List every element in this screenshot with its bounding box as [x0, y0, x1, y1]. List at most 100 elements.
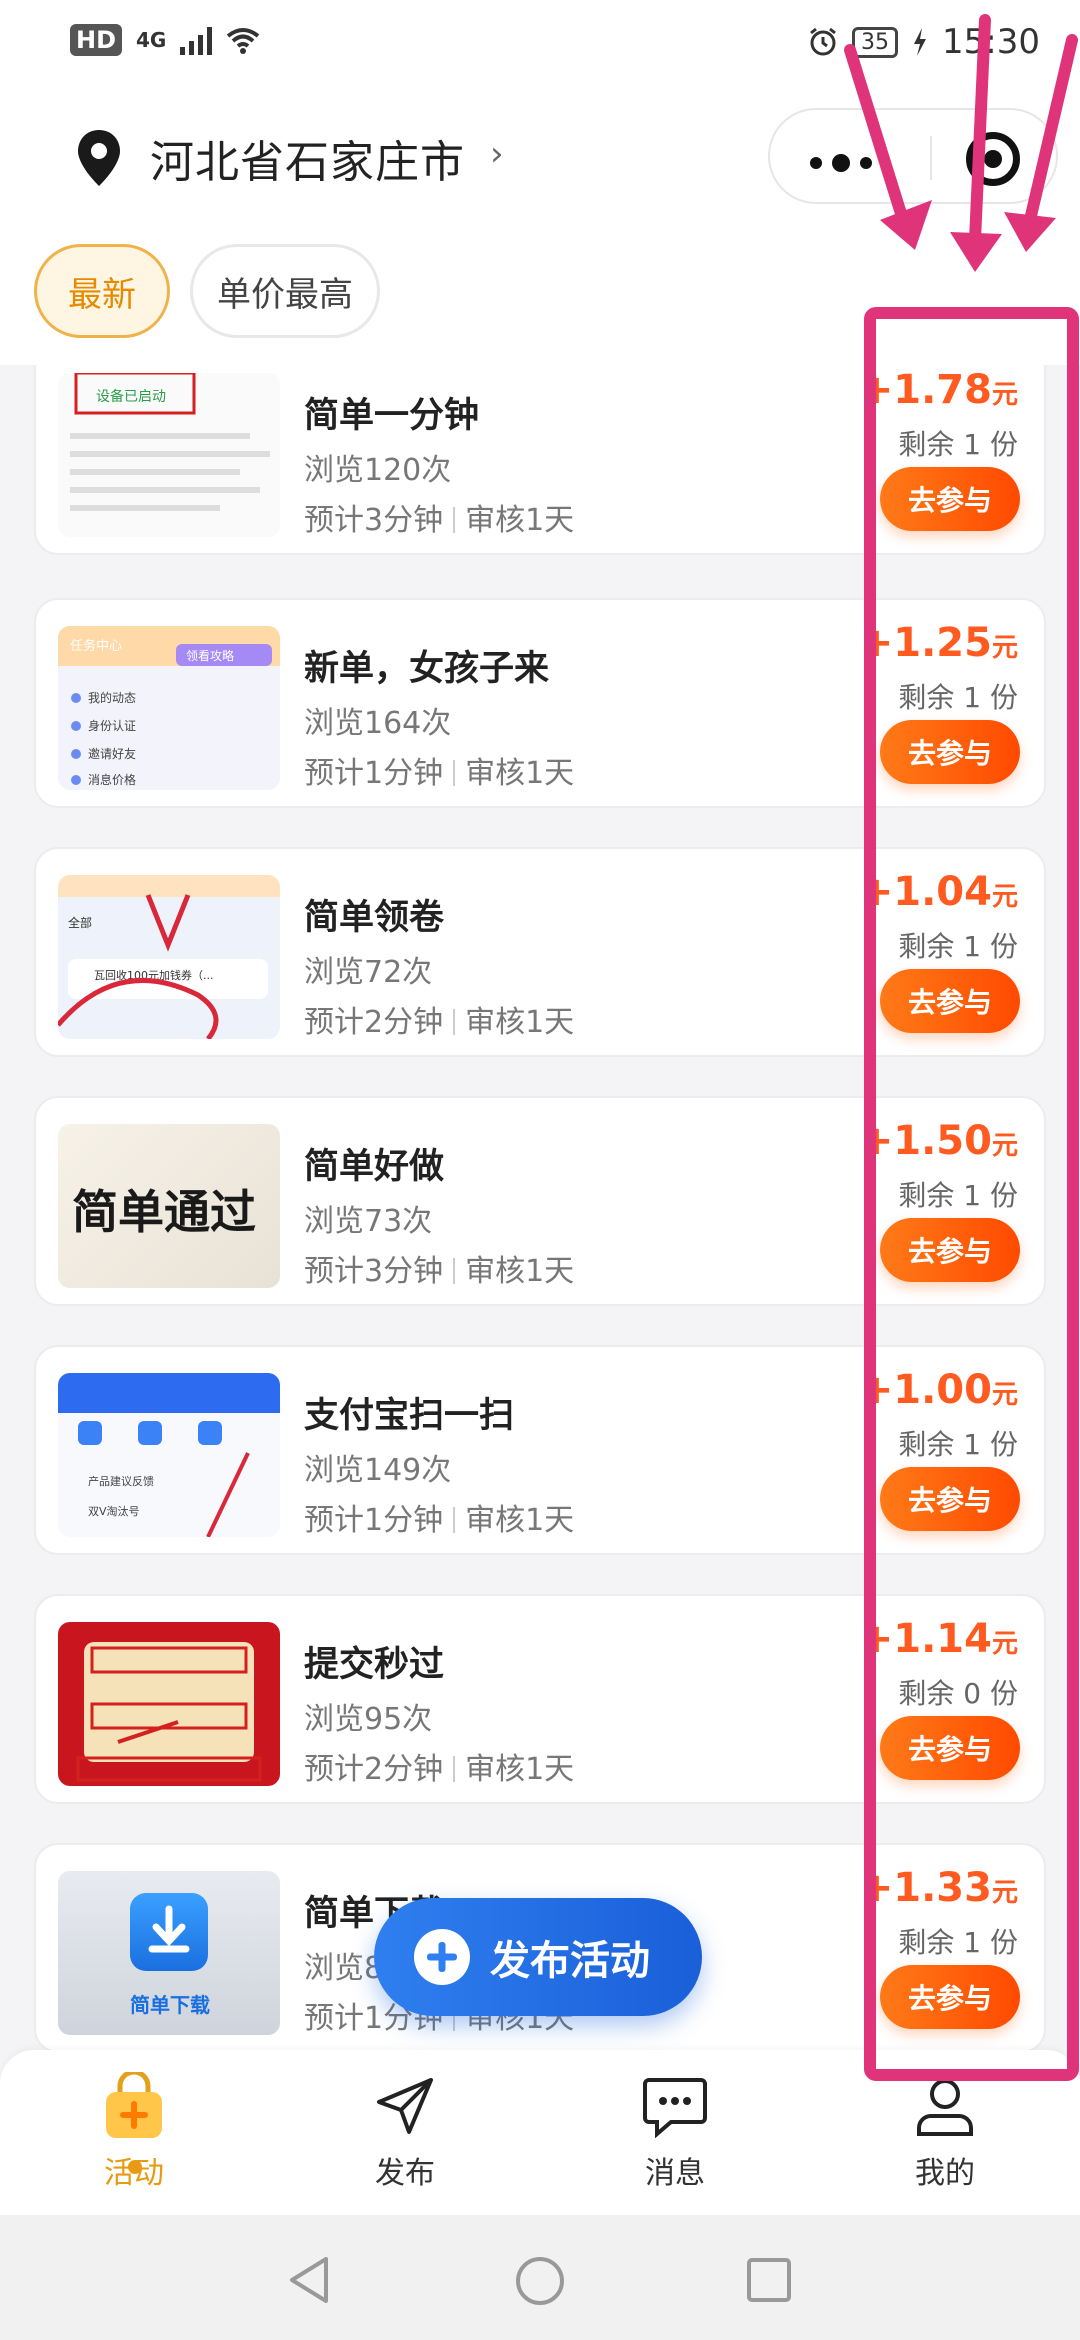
user-icon — [845, 2070, 1045, 2142]
task-card[interactable]: 产品建议反馈 双V淘汰号 支付宝扫一扫 浏览149次 预计1分钟 审核1天 +1.0… — [34, 1345, 1046, 1555]
join-button[interactable]: 去参与 — [880, 969, 1020, 1033]
task-review: 审核1天 — [465, 1005, 575, 1040]
tab-label: 消息 — [645, 2156, 705, 2191]
task-thumbnail: 产品建议反馈 双V淘汰号 — [58, 1373, 280, 1537]
tab-profile[interactable]: 我的 — [845, 2070, 1045, 2210]
signal-icon — [180, 25, 213, 55]
wifi-icon — [227, 28, 260, 54]
svg-text:双V淘汰号: 双V淘汰号 — [88, 1504, 140, 1518]
back-icon[interactable] — [286, 2255, 332, 2305]
join-button[interactable]: 去参与 — [880, 1965, 1020, 2029]
task-remaining: 剩余 0 份 — [898, 1677, 1018, 1710]
filter-newest[interactable]: 最新 — [34, 244, 170, 338]
task-price: +1.00元 — [859, 1367, 1018, 1413]
close-target-icon[interactable] — [966, 132, 1020, 186]
filter-highest-price[interactable]: 单价最高 — [190, 244, 380, 338]
capsule-divider — [930, 136, 932, 180]
svg-text:邀请好友: 邀请好友 — [88, 746, 136, 761]
task-price: +1.25元 — [859, 620, 1018, 666]
task-duration: 预计2分钟 — [304, 1752, 444, 1787]
task-meta: 预计3分钟 审核1天 — [304, 495, 574, 539]
task-review: 审核1天 — [465, 1254, 575, 1289]
hd-indicator: HD — [70, 24, 123, 56]
battery-level: 35 — [852, 26, 899, 58]
paper-plane-icon — [305, 2070, 505, 2142]
location-selector[interactable]: 河北省石家庄市 — [150, 126, 465, 190]
task-remaining: 剩余 1 份 — [898, 681, 1018, 714]
task-thumbnail: 简单通过 — [58, 1124, 280, 1288]
task-views: 浏览120次 — [304, 453, 452, 488]
task-duration: 预计2分钟 — [304, 1005, 444, 1040]
task-thumbnail: 简单下载 — [58, 1871, 280, 2035]
task-thumbnail: 设备已启动 — [58, 373, 280, 537]
tab-label: 我的 — [915, 2156, 975, 2191]
thumb-calligraphy: 简单通过 — [72, 1185, 256, 1239]
task-thumbnail — [58, 1622, 280, 1786]
task-card[interactable]: 任务中心 领看攻略 我的动态 身份认证 邀请好友 消息价格 新单，女孩子来 浏览164次 … — [34, 598, 1046, 808]
task-card[interactable]: 提交秒过 浏览95次 预计2分钟 审核1天 +1.14元 剩余 0 份 去参与 — [34, 1594, 1046, 1804]
plus-icon — [414, 1929, 470, 1985]
task-thumbnail: 全部 瓦回收100元加钱券（... — [58, 875, 280, 1039]
task-meta: 预计3分钟 审核1天 — [304, 1246, 574, 1290]
task-meta: 预计2分钟 审核1天 — [304, 1744, 574, 1788]
task-remaining: 剩余 1 份 — [898, 1179, 1018, 1212]
svg-text:任务中心: 任务中心 — [70, 638, 122, 654]
task-title: 提交秒过 — [304, 1645, 445, 1685]
tab-activity[interactable]: 活动 — [34, 2070, 234, 2210]
status-bar: HD 4G 35 15:30 — [0, 0, 1080, 90]
task-views: 浏览8 — [304, 1951, 384, 1986]
task-duration: 预计3分钟 — [304, 1254, 444, 1289]
tab-messages[interactable]: 消息 — [575, 2070, 775, 2210]
tab-publish[interactable]: 发布 — [305, 2070, 505, 2210]
more-options-icon[interactable] — [810, 154, 872, 172]
svg-text:身份认证: 身份认证 — [88, 718, 136, 733]
bottom-tab-bar: 活动 发布 消息 我的 — [0, 2050, 1080, 2215]
join-button[interactable]: 去参与 — [880, 467, 1020, 531]
task-meta: 预计2分钟 审核1天 — [304, 997, 574, 1041]
task-card[interactable]: 设备已启动 简单一分钟 浏览120次 预计3分钟 审核1天 +1.78元 剩余 1… — [34, 365, 1046, 555]
task-title: 新单，女孩子来 — [304, 649, 550, 689]
task-title: 支付宝扫一扫 — [304, 1396, 515, 1436]
chat-bubble-icon — [575, 2070, 775, 2142]
recents-icon[interactable] — [746, 2257, 792, 2303]
header: 河北省石家庄市 › — [0, 90, 1080, 230]
join-button[interactable]: 去参与 — [880, 1716, 1020, 1780]
task-list[interactable]: 设备已启动 简单一分钟 浏览120次 预计3分钟 审核1天 +1.78元 剩余 1… — [0, 365, 1080, 2050]
system-nav-bar — [0, 2215, 1080, 2340]
task-views: 浏览149次 — [304, 1453, 452, 1488]
task-duration: 预计1分钟 — [304, 756, 444, 791]
thumb-label: 简单下载 — [130, 1993, 210, 2017]
download-icon — [130, 1893, 208, 1971]
publish-activity-button[interactable]: 发布活动 — [374, 1898, 702, 2016]
task-card[interactable]: 全部 瓦回收100元加钱券（... 简单领卷 浏览72次 预计2分钟 审核1天 +1… — [34, 847, 1046, 1057]
task-remaining: 剩余 1 份 — [898, 1428, 1018, 1461]
task-views: 浏览72次 — [304, 955, 433, 990]
chevron-right-icon[interactable]: › — [490, 134, 504, 174]
alarm-icon — [810, 27, 836, 56]
join-button[interactable]: 去参与 — [880, 1467, 1020, 1531]
task-duration: 预计3分钟 — [304, 503, 444, 538]
clock: 15:30 — [942, 22, 1040, 62]
network-type: 4G — [136, 28, 167, 52]
task-title: 简单一分钟 — [304, 396, 480, 436]
join-button[interactable]: 去参与 — [880, 720, 1020, 784]
task-views: 浏览73次 — [304, 1204, 433, 1239]
task-views: 浏览95次 — [304, 1702, 433, 1737]
join-button[interactable]: 去参与 — [880, 1218, 1020, 1282]
home-icon[interactable] — [514, 2255, 566, 2307]
task-remaining: 剩余 1 份 — [898, 428, 1018, 461]
task-review: 审核1天 — [465, 1752, 575, 1787]
task-remaining: 剩余 1 份 — [898, 930, 1018, 963]
task-meta: 预计1分钟 审核1天 — [304, 748, 574, 792]
task-views: 浏览164次 — [304, 706, 452, 741]
task-card[interactable]: 简单通过 简单好做 浏览73次 预计3分钟 审核1天 +1.50元 剩余 1 份 … — [34, 1096, 1046, 1306]
filter-bar: 最新 单价最高 — [0, 230, 1080, 365]
task-price: +1.78元 — [859, 367, 1018, 413]
task-title: 简单好做 — [304, 1147, 445, 1187]
svg-text:全部: 全部 — [68, 915, 92, 930]
mini-program-capsule — [768, 108, 1058, 204]
tab-label: 发布 — [375, 2156, 435, 2191]
task-review: 审核1天 — [465, 503, 575, 538]
location-pin-icon — [78, 130, 120, 186]
task-price: +1.50元 — [859, 1118, 1018, 1164]
